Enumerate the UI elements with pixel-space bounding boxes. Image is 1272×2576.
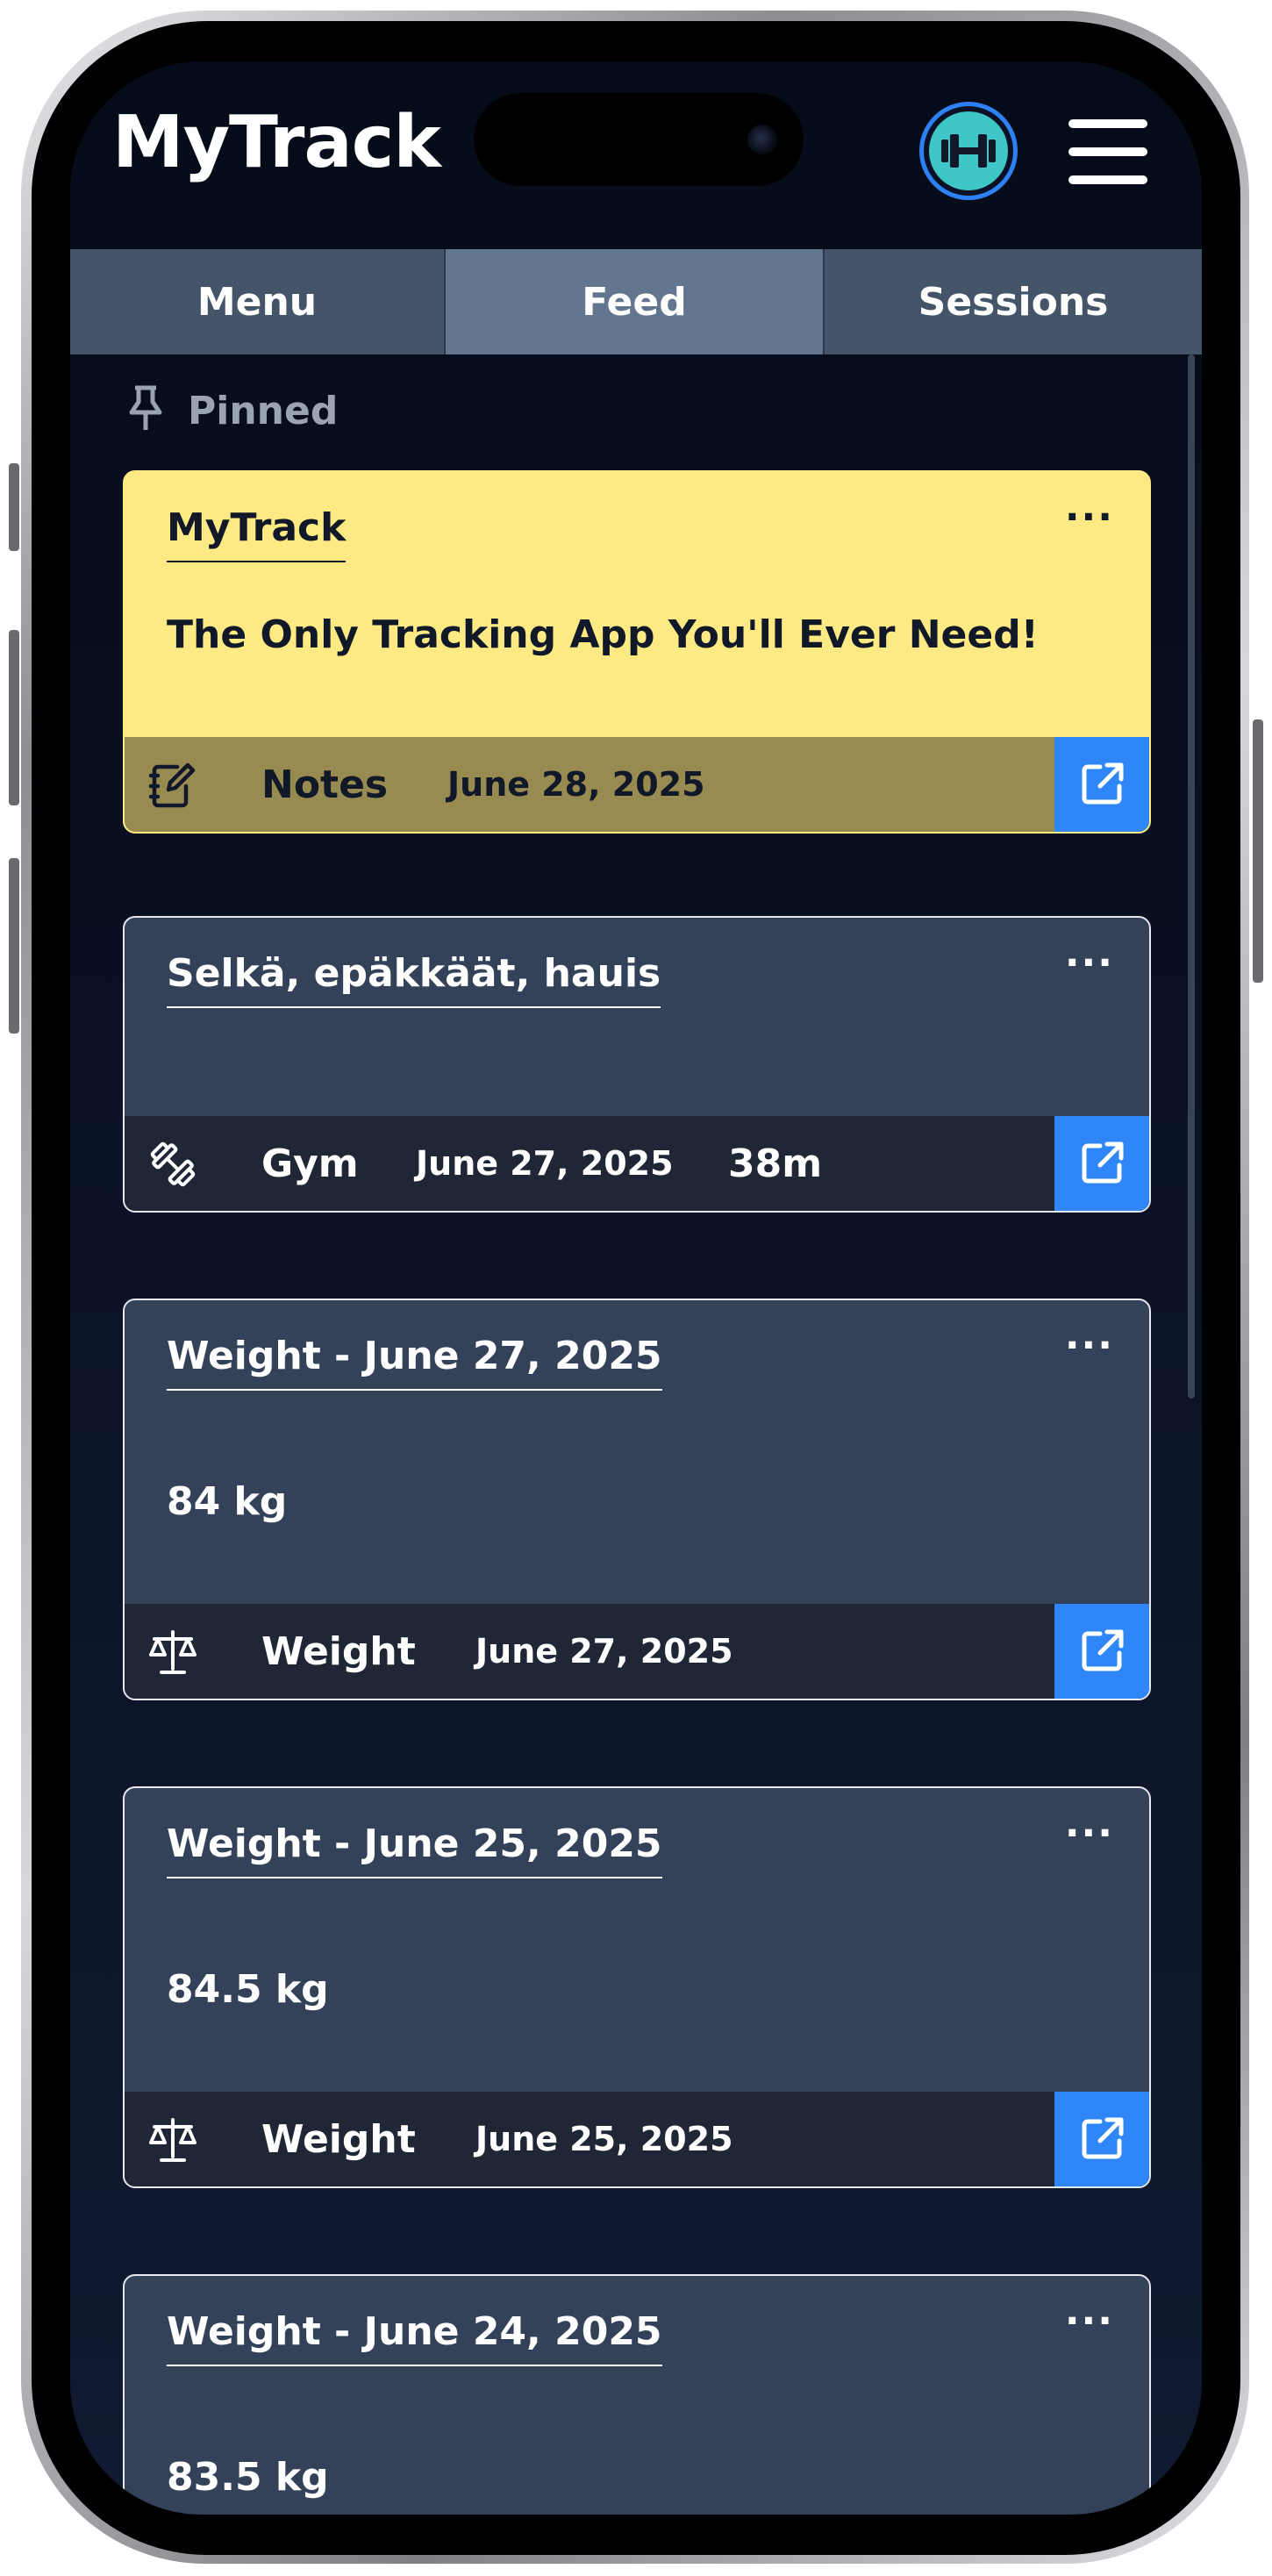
feed-card-weight[interactable]: Weight - June 25, 2025 ··· 84.5 kg Weigh… xyxy=(123,1786,1151,2188)
card-title[interactable]: Weight - June 24, 2025 xyxy=(167,2309,662,2366)
volume-down-button xyxy=(9,858,19,1034)
notes-icon xyxy=(147,760,198,811)
external-link-icon xyxy=(1082,1629,1124,1671)
open-external-button[interactable] xyxy=(1054,1604,1149,1699)
card-footer: Gym June 27, 2025 38m xyxy=(125,1116,1149,1211)
card-category: Weight xyxy=(261,1628,416,1674)
card-category: Gym xyxy=(261,1141,359,1186)
scale-icon xyxy=(147,2114,198,2165)
scrollbar[interactable] xyxy=(1188,354,1195,1399)
card-date: June 28, 2025 xyxy=(447,765,705,804)
card-duration: 38m xyxy=(728,1141,823,1186)
more-options-icon[interactable]: ··· xyxy=(1065,495,1114,540)
profile-avatar[interactable] xyxy=(919,102,1018,200)
dumbbell-icon xyxy=(147,1139,198,1190)
external-link-icon xyxy=(1082,2117,1124,2159)
more-options-icon[interactable]: ··· xyxy=(1065,1323,1114,1368)
pinned-section-header: Pinned xyxy=(125,384,338,437)
feed-card-note[interactable]: MyTrack ··· The Only Tracking App You'll… xyxy=(123,470,1151,834)
open-external-button[interactable] xyxy=(1054,1116,1149,1211)
tab-bar: Menu Feed Sessions xyxy=(70,249,1202,354)
card-category: Weight xyxy=(261,2116,416,2162)
card-body: 84.5 kg xyxy=(167,1967,329,2012)
card-footer: Weight June 25, 2025 xyxy=(125,2092,1149,2186)
feed-card-gym[interactable]: Selkä, epäkkäät, hauis ··· Gym June 27, … xyxy=(123,916,1151,1213)
card-body: 83.5 kg xyxy=(167,2455,329,2500)
card-date: June 25, 2025 xyxy=(475,2120,733,2158)
tab-sessions[interactable]: Sessions xyxy=(825,249,1202,354)
open-external-button[interactable] xyxy=(1054,737,1149,832)
card-title[interactable]: Weight - June 25, 2025 xyxy=(167,1821,662,1878)
pin-icon xyxy=(125,384,167,437)
external-link-icon xyxy=(1082,1141,1124,1184)
dumbbell-avatar-icon xyxy=(929,111,1008,190)
more-options-icon[interactable]: ··· xyxy=(1065,941,1114,985)
card-footer: Weight June 27, 2025 xyxy=(125,1604,1149,1699)
external-link-icon xyxy=(1082,762,1124,805)
dynamic-island xyxy=(474,93,804,186)
scale-icon xyxy=(147,1627,198,1678)
action-button xyxy=(9,463,19,551)
tab-menu[interactable]: Menu xyxy=(70,249,444,354)
hamburger-menu-icon[interactable] xyxy=(1068,119,1147,184)
card-title[interactable]: Selkä, epäkkäät, hauis xyxy=(167,951,661,1008)
card-title[interactable]: MyTrack xyxy=(167,505,347,562)
card-footer: Notes June 28, 2025 xyxy=(125,737,1149,832)
more-options-icon[interactable]: ··· xyxy=(1065,2299,1114,2343)
feed-card-weight[interactable]: Weight - June 27, 2025 ··· 84 kg Weight … xyxy=(123,1299,1151,1700)
app-title: MyTrack xyxy=(112,101,441,184)
tab-feed[interactable]: Feed xyxy=(446,249,823,354)
card-title[interactable]: Weight - June 27, 2025 xyxy=(167,1334,662,1391)
card-date: June 27, 2025 xyxy=(416,1144,674,1183)
card-body: The Only Tracking App You'll Ever Need! xyxy=(167,612,1039,657)
power-button xyxy=(1253,719,1263,983)
open-external-button[interactable] xyxy=(1054,2092,1149,2186)
app-screen: MyTrack Menu Feed Sessions Pinned MyTrac… xyxy=(70,61,1202,2515)
card-date: June 27, 2025 xyxy=(475,1632,733,1671)
volume-up-button xyxy=(9,630,19,805)
card-category: Notes xyxy=(261,762,389,807)
pinned-label: Pinned xyxy=(188,388,339,433)
more-options-icon[interactable]: ··· xyxy=(1065,1811,1114,1856)
card-body: 84 kg xyxy=(167,1479,288,1524)
feed-card-weight[interactable]: Weight - June 24, 2025 ··· 83.5 kg xyxy=(123,2274,1151,2515)
